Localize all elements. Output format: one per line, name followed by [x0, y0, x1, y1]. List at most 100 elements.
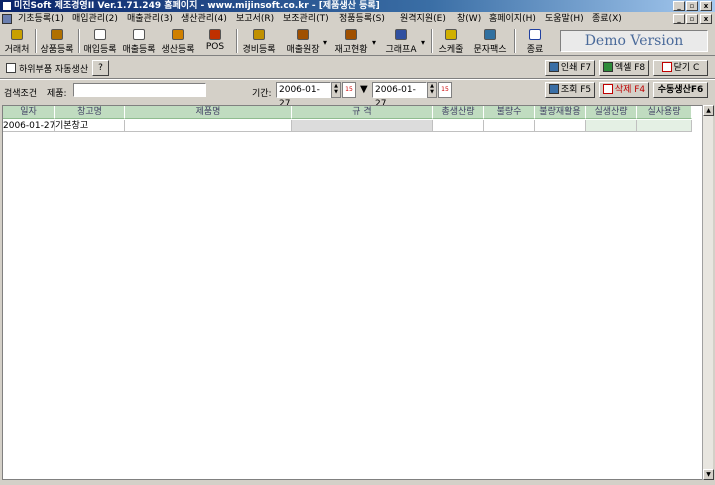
col-spec-header[interactable]: 규 격 [292, 106, 433, 119]
child-window-icon[interactable] [2, 14, 12, 24]
print-button[interactable]: 인쇄 F7 [545, 60, 595, 76]
date-from-spinner[interactable]: ▲ ▼ [331, 82, 341, 98]
tb-label: 상품등록 [40, 45, 74, 55]
close-form-button[interactable]: 닫기 C [653, 60, 708, 76]
col-used-header[interactable]: 실사용량 [637, 106, 692, 119]
cell-used[interactable] [637, 120, 692, 132]
cell-product[interactable] [125, 120, 292, 132]
query-button[interactable]: 조회 F5 [545, 82, 595, 98]
period-label: 기간: [252, 89, 272, 99]
child-close-button[interactable]: x [700, 14, 712, 24]
tb-label: 경비등록 [242, 45, 276, 55]
tb-client-button[interactable]: 거래처 [2, 28, 32, 55]
col-total-header[interactable]: 총생산량 [433, 106, 484, 119]
exit-icon [529, 29, 541, 40]
menu-purchase[interactable]: 매입관리(2) [72, 12, 118, 26]
tb-purchase-button[interactable]: 매입등록 [81, 28, 119, 55]
col-product-header[interactable]: 제품명 [125, 106, 292, 119]
col-recycle-header[interactable]: 불량재활용 [535, 106, 586, 119]
tb-product-button[interactable]: 상품등록 [38, 28, 76, 55]
toolbar-separator [514, 29, 516, 53]
tb-graph-button[interactable]: 그래프A [382, 28, 420, 55]
tb-sales-button[interactable]: 매출등록 [120, 28, 158, 55]
search-section-label: 검색조건 [4, 89, 38, 99]
menu-help[interactable]: 도움말(H) [545, 12, 584, 26]
scroll-down-button[interactable]: ▼ [703, 469, 714, 480]
tb-production-button[interactable]: 생산등록 [159, 28, 197, 55]
tb-label: 매입등록 [83, 45, 117, 55]
subpart-auto-checkbox[interactable] [6, 63, 16, 73]
tb-stock-button[interactable]: 재고현황 [332, 28, 370, 55]
window-title: 미진Soft 제조경영II Ver.1.71.249 홈페이지 - www.mi… [14, 1, 380, 11]
col-warehouse-header[interactable]: 창고명 [55, 106, 125, 119]
tb-expense-button[interactable]: 경비등록 [240, 28, 278, 55]
tb-label: POS [205, 42, 225, 52]
date-from-calendar-icon[interactable]: 15 [342, 82, 356, 98]
ledger-dropdown-arrow[interactable]: ▾ [323, 38, 327, 47]
excel-button[interactable]: 엑셀 F8 [599, 60, 649, 76]
delete-button[interactable]: 삭제 F4 [599, 82, 649, 98]
col-defect-header[interactable]: 불량수 [484, 106, 535, 119]
menu-homepage[interactable]: 홈페이지(H) [489, 12, 536, 26]
search-icon [548, 84, 559, 94]
menu-window[interactable]: 창(W) [457, 12, 481, 26]
menu-aux[interactable]: 보조관리(T) [283, 12, 329, 26]
stock-dropdown-arrow[interactable]: ▾ [372, 38, 376, 47]
print-label: 인쇄 F7 [560, 63, 592, 73]
toolbar-separator [431, 29, 433, 53]
tb-pos-button[interactable]: POS [200, 28, 230, 54]
delete-icon [602, 84, 613, 94]
date-range-arrow[interactable]: ▼ [360, 84, 368, 95]
tb-label: 매출등록 [122, 45, 156, 55]
cell-date[interactable]: 2006-01-27 [3, 120, 55, 132]
date-to-spinner[interactable]: ▲ ▼ [427, 82, 437, 98]
scroll-up-button[interactable]: ▲ [703, 105, 714, 116]
date-to-input[interactable]: 2006-01-27 [372, 82, 427, 109]
tb-label: 문자팩스 [473, 45, 507, 55]
child-restore-button[interactable]: ▫ [686, 14, 698, 24]
menu-bar: 기초등록(1) 매입관리(2) 매출관리(3) 생산관리(4) 보고서(R) 보… [0, 12, 715, 26]
restore-button[interactable]: ▫ [686, 1, 698, 11]
tb-label: 종료 [526, 45, 544, 55]
col-date-header[interactable]: 일자 [3, 106, 55, 119]
factory-icon [172, 29, 184, 40]
menu-production[interactable]: 생산관리(4) [181, 12, 227, 26]
tb-exit-button[interactable]: 종료 [520, 28, 550, 55]
product-label: 제품: [47, 89, 67, 99]
tb-schedule-button[interactable]: 스케줄 [436, 28, 466, 55]
product-search-input[interactable] [73, 83, 206, 97]
toolbar-separator [35, 29, 37, 53]
tb-label: 매출원장 [286, 45, 320, 55]
tb-fax-button[interactable]: 문자팩스 [471, 28, 509, 55]
manual-production-button[interactable]: 수동생산F6 [653, 82, 708, 98]
app-icon[interactable] [2, 1, 12, 11]
menu-basic[interactable]: 기초등록(1) [18, 12, 64, 26]
doc-icon [133, 29, 145, 40]
menu-remote[interactable]: 원격지원(E) [400, 12, 446, 26]
date-from-input[interactable]: 2006-01-27 [276, 82, 331, 109]
cell-total[interactable] [433, 120, 484, 132]
close-form-label: 닫기 C [673, 63, 700, 73]
tb-ledger-button[interactable]: 매출원장 [284, 28, 322, 55]
cell-spec[interactable] [292, 120, 433, 132]
help-button[interactable]: ? [92, 60, 109, 76]
child-minimize-button[interactable]: _ [673, 14, 685, 24]
date-to-calendar-icon[interactable]: 15 [438, 82, 452, 98]
col-actual-header[interactable]: 실생산량 [586, 106, 637, 119]
menu-sales[interactable]: 매출관리(3) [127, 12, 173, 26]
menu-exit[interactable]: 종료(X) [592, 12, 622, 26]
minimize-button[interactable]: _ [673, 1, 685, 11]
cell-warehouse[interactable]: 기본창고 [55, 120, 125, 132]
tb-label: 재고현황 [334, 45, 368, 55]
vertical-scrollbar[interactable]: ▲ ▼ [702, 105, 714, 480]
close-window-button[interactable]: x [700, 1, 712, 11]
printer-icon [548, 62, 559, 72]
ledger-icon [297, 29, 309, 40]
menu-report[interactable]: 보고서(R) [236, 12, 274, 26]
money-icon [253, 29, 265, 40]
cell-defect[interactable] [484, 120, 535, 132]
menu-license[interactable]: 정품등록(S) [339, 12, 385, 26]
graph-dropdown-arrow[interactable]: ▾ [421, 38, 425, 47]
cell-recycle[interactable] [535, 120, 586, 132]
cell-actual[interactable] [586, 120, 637, 132]
